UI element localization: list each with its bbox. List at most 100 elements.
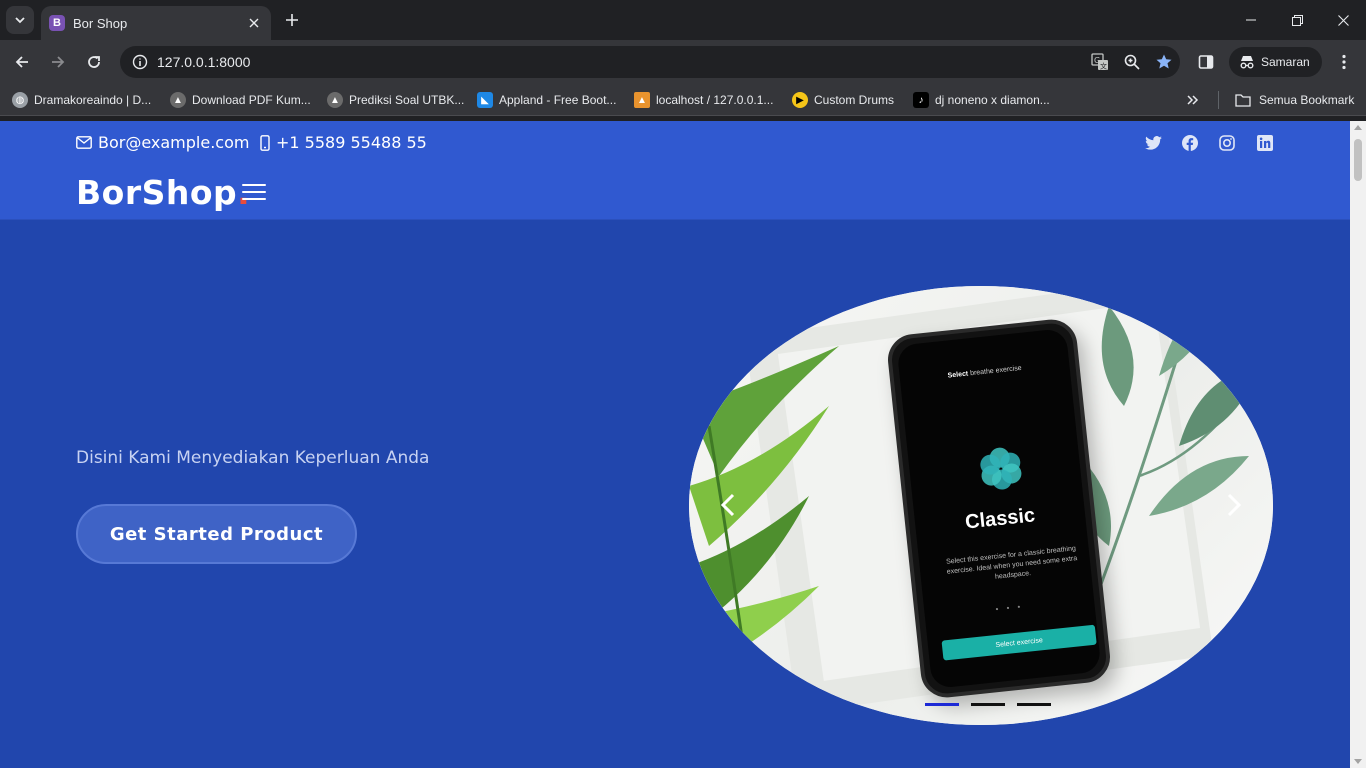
hero-subtitle: Disini Kami Menyediakan Keperluan Anda bbox=[76, 448, 430, 468]
bookmark-label: Download PDF Kum... bbox=[192, 93, 311, 107]
incognito-profile-button[interactable]: Samaran bbox=[1229, 47, 1322, 77]
svg-text:文: 文 bbox=[1100, 62, 1107, 71]
bookmark-label: dj noneno x diamon... bbox=[935, 93, 1050, 107]
chevron-right-icon bbox=[1227, 493, 1242, 517]
phpmyadmin-icon: ▲ bbox=[634, 92, 650, 108]
all-bookmarks-button[interactable]: Semua Bookmark bbox=[1235, 90, 1354, 110]
side-panel-icon bbox=[1198, 55, 1214, 69]
zoom-button[interactable] bbox=[1116, 46, 1148, 78]
phone-select-button: Select exercise bbox=[941, 624, 1097, 661]
get-started-button[interactable]: Get Started Product bbox=[76, 504, 357, 564]
phone-header-bold: Select bbox=[947, 370, 969, 380]
scroll-down-arrow[interactable] bbox=[1354, 759, 1362, 764]
bookmark-item[interactable]: ▲ Prediksi Soal UTBK... bbox=[327, 90, 464, 110]
hero-carousel: Select breathe exercise Classic Select t… bbox=[689, 286, 1273, 725]
incognito-icon bbox=[1240, 56, 1254, 69]
scroll-up-arrow[interactable] bbox=[1354, 125, 1362, 130]
site-logo[interactable]: BorShop. bbox=[76, 173, 250, 212]
facebook-link[interactable] bbox=[1181, 134, 1199, 152]
bookmark-label: localhost / 127.0.0.1... bbox=[656, 93, 774, 107]
phone-contact[interactable]: +1 5589 55488 55 bbox=[260, 133, 427, 152]
bookmark-item[interactable]: ▲ Download PDF Kum... bbox=[170, 90, 311, 110]
minimize-button[interactable] bbox=[1228, 0, 1274, 40]
close-window-button[interactable] bbox=[1320, 0, 1366, 40]
url-text[interactable]: 127.0.0.1:8000 bbox=[157, 54, 1084, 70]
reload-button[interactable] bbox=[80, 48, 108, 76]
profile-label: Samaran bbox=[1261, 55, 1310, 69]
bookmarks-bar: ◍ Dramakoreaindo | D... ▲ Download PDF K… bbox=[0, 84, 1366, 116]
menu-toggle-button[interactable] bbox=[242, 181, 266, 203]
logo-text: BorShop bbox=[76, 173, 238, 212]
smartphone-image: Select breathe exercise Classic Select t… bbox=[885, 317, 1113, 700]
phone-header-rest: breathe exercise bbox=[969, 364, 1023, 378]
carousel-indicators bbox=[925, 703, 1051, 706]
address-bar[interactable]: 127.0.0.1:8000 G文 bbox=[120, 46, 1180, 78]
bookmark-label: Appland - Free Boot... bbox=[499, 93, 617, 107]
carousel-indicator-1[interactable] bbox=[925, 703, 959, 706]
instagram-link[interactable] bbox=[1218, 134, 1236, 152]
site-info-button[interactable] bbox=[124, 46, 156, 78]
carousel-next-button[interactable] bbox=[1219, 486, 1249, 524]
page-scrollbar[interactable] bbox=[1350, 121, 1366, 768]
bookmark-item[interactable]: ◣ Appland - Free Boot... bbox=[477, 90, 616, 110]
phone-screen-header: Select breathe exercise bbox=[900, 360, 1070, 385]
browser-toolbar: 127.0.0.1:8000 G文 Samaran bbox=[0, 40, 1366, 84]
translate-button[interactable]: G文 bbox=[1084, 46, 1116, 78]
zoom-icon bbox=[1124, 54, 1140, 70]
site-header: BorShop. bbox=[0, 165, 1350, 220]
tab-search-button[interactable] bbox=[6, 6, 34, 34]
all-bookmarks-label: Semua Bookmark bbox=[1259, 93, 1355, 107]
bookmark-star-button[interactable] bbox=[1148, 46, 1180, 78]
arrow-left-icon bbox=[15, 56, 28, 68]
minimize-icon bbox=[1246, 19, 1256, 21]
flower-icon bbox=[980, 447, 1022, 490]
restore-button[interactable] bbox=[1274, 0, 1320, 40]
page-viewport: Bor@example.com +1 5589 55488 55 BorShop… bbox=[0, 121, 1350, 768]
bookmarks-overflow-button[interactable] bbox=[1186, 90, 1200, 110]
menu-button[interactable] bbox=[1330, 48, 1358, 76]
twitter-link[interactable] bbox=[1144, 134, 1162, 152]
reload-icon bbox=[88, 56, 100, 68]
translate-icon: G文 bbox=[1091, 53, 1108, 71]
contact-topbar: Bor@example.com +1 5589 55488 55 bbox=[0, 121, 1350, 165]
bookmark-item[interactable]: ▶ Custom Drums bbox=[792, 90, 894, 110]
tab-active[interactable]: B Bor Shop bbox=[41, 6, 271, 40]
bookmark-item[interactable]: ♪ dj noneno x diamon... bbox=[913, 90, 1050, 110]
instagram-icon bbox=[1219, 135, 1235, 151]
carousel-indicator-2[interactable] bbox=[971, 703, 1005, 706]
hamburger-line bbox=[242, 191, 266, 193]
tab-close-button[interactable] bbox=[245, 14, 263, 32]
envelope-icon bbox=[76, 136, 92, 149]
linkedin-link[interactable] bbox=[1256, 134, 1274, 152]
phone-text: +1 5589 55488 55 bbox=[276, 133, 427, 152]
email-text: Bor@example.com bbox=[98, 133, 250, 152]
facebook-icon bbox=[1182, 135, 1198, 151]
back-button[interactable] bbox=[8, 48, 36, 76]
side-panel-button[interactable] bbox=[1192, 48, 1220, 76]
twitter-icon bbox=[1144, 136, 1162, 150]
carousel-prev-button[interactable] bbox=[713, 486, 743, 524]
linkedin-icon bbox=[1257, 135, 1273, 151]
phone-page-dots: • • • bbox=[995, 602, 1024, 614]
chevron-down-icon bbox=[15, 17, 25, 24]
tiktok-icon: ♪ bbox=[913, 92, 929, 108]
bookmarks-divider bbox=[1218, 91, 1219, 109]
globe-icon: ◍ bbox=[12, 92, 28, 108]
phone-title: Classic bbox=[964, 504, 1037, 534]
double-chevron-right-icon bbox=[1187, 95, 1199, 105]
phone-screen: Select breathe exercise Classic Select t… bbox=[896, 328, 1102, 689]
bookmark-label: Dramakoreaindo | D... bbox=[34, 93, 152, 107]
email-contact[interactable]: Bor@example.com bbox=[76, 133, 249, 152]
carousel-indicator-3[interactable] bbox=[1017, 703, 1051, 706]
phone-icon bbox=[260, 134, 270, 151]
folder-icon bbox=[1235, 94, 1251, 107]
scroll-thumb[interactable] bbox=[1354, 139, 1362, 181]
forward-button[interactable] bbox=[44, 48, 72, 76]
bookmark-item[interactable]: ▲ localhost / 127.0.0.1... bbox=[634, 90, 773, 110]
bookmark-item[interactable]: ◍ Dramakoreaindo | D... bbox=[12, 90, 151, 110]
close-icon bbox=[1337, 14, 1349, 26]
bookmark-label: Prediksi Soal UTBK... bbox=[349, 93, 465, 107]
close-icon bbox=[249, 18, 259, 28]
new-tab-button[interactable] bbox=[282, 10, 302, 30]
plus-icon bbox=[286, 14, 298, 26]
